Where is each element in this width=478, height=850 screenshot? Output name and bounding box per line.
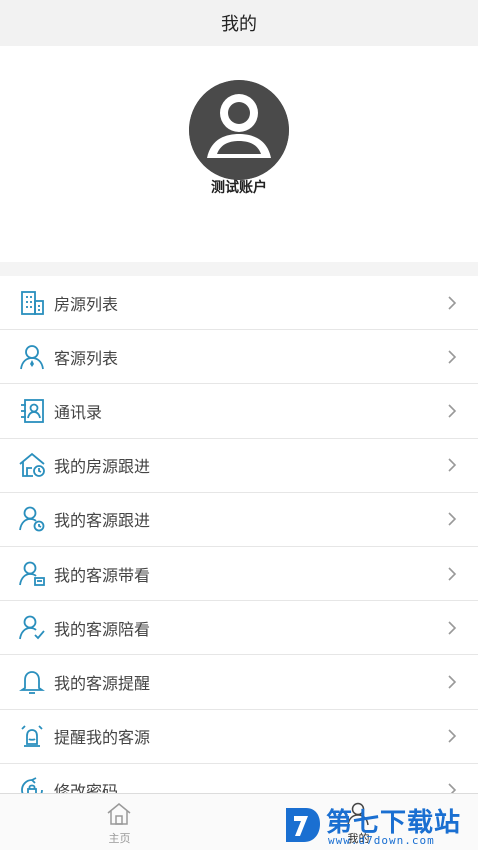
alarm-icon [18,722,46,750]
contacts-icon [18,397,46,425]
chevron-right-icon [446,782,458,793]
menu-item-contacts[interactable]: 通讯录 [0,384,478,439]
tab-home[interactable]: 主页 [0,794,239,850]
menu-item-label: 通讯录 [54,402,103,422]
chevron-right-icon [446,728,458,744]
customer-icon [18,343,46,371]
menu-item-label: 修改密码 [54,782,119,793]
d7-logo-icon [282,802,322,846]
customer-tour-icon [18,560,46,588]
chevron-right-icon [446,620,458,636]
customer-accompany-icon [18,614,46,642]
menu-item-house-list[interactable]: 房源列表 [0,276,478,331]
menu-item-label: 我的客源跟进 [54,511,151,531]
account-name: 测试账户 [211,180,267,196]
menu-item-my-house-follow[interactable]: 我的房源跟进 [0,439,478,493]
menu-item-my-customer-follow[interactable]: 我的客源跟进 [0,493,478,547]
bell-icon [18,668,46,696]
watermark: 第七下载站 www.d7down.com [282,800,478,850]
menu-item-label: 我的客源带看 [54,565,151,585]
chevron-right-icon [446,457,458,473]
menu-item-label: 我的房源跟进 [54,457,151,477]
page-title: 我的 [221,14,257,35]
chevron-right-icon [446,674,458,690]
chevron-right-icon [446,403,458,419]
tab-home-label: 主页 [108,832,131,845]
menu-item-label: 房源列表 [54,294,119,314]
menu-item-remind-my-customer[interactable]: 提醒我的客源 [0,710,478,764]
menu-item-label: 提醒我的客源 [54,728,151,748]
chevron-right-icon [446,511,458,527]
building-icon [18,289,46,317]
profile-section: 测试账户 [0,46,478,262]
menu-item-label: 客源列表 [54,348,119,368]
avatar[interactable] [189,80,289,180]
menu-list: 房源列表 客源列表 通讯录 我的房源跟进 我的客源跟进 我的客源带看 我的客源陪… [0,276,478,793]
menu-item-change-password[interactable]: 修改密码 [0,764,478,793]
customer-follow-icon [18,505,46,533]
chevron-right-icon [446,295,458,311]
house-follow-icon [18,451,46,479]
menu-item-label: 我的客源提醒 [54,673,151,693]
password-icon [18,776,46,793]
chevron-right-icon [446,349,458,365]
menu-item-my-customer-accompany[interactable]: 我的客源陪看 [0,601,478,656]
chevron-right-icon [446,566,458,582]
watermark-url: www.d7down.com [328,834,435,847]
home-icon [105,800,133,828]
menu-item-my-customer-reminder[interactable]: 我的客源提醒 [0,655,478,710]
avatar-icon [189,80,289,180]
top-bar: 我的 [0,0,478,46]
menu-item-my-customer-tour[interactable]: 我的客源带看 [0,547,478,602]
menu-item-customer-list[interactable]: 客源列表 [0,330,478,385]
menu-item-label: 我的客源陪看 [54,619,151,639]
